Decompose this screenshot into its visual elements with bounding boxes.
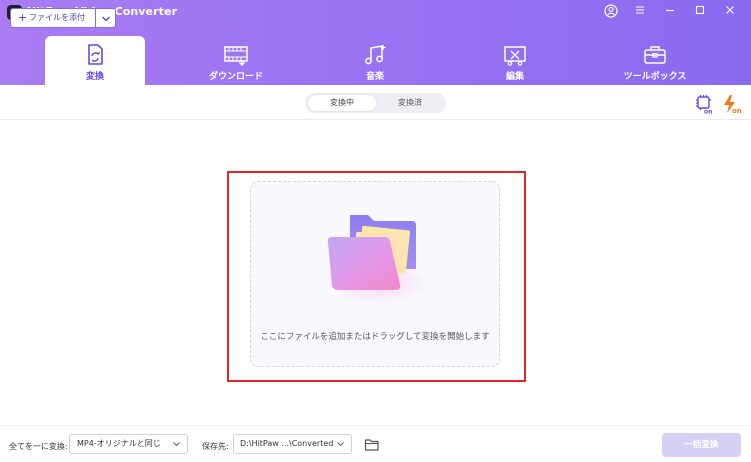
tab-converted[interactable]: 変換済 bbox=[376, 95, 444, 111]
tab-toolbox-label: ツールボックス bbox=[623, 72, 687, 82]
tab-edit-label: 編集 bbox=[505, 72, 524, 82]
tab-music[interactable]: 音楽 bbox=[325, 36, 425, 85]
tab-edit[interactable]: 編集 bbox=[465, 36, 565, 85]
tab-convert[interactable]: 変換 bbox=[45, 36, 145, 85]
account-icon[interactable] bbox=[604, 4, 622, 20]
save-location-label: 保存先: bbox=[202, 442, 229, 451]
add-file-label: ファイルを添付 bbox=[29, 13, 85, 22]
film-download-icon bbox=[223, 42, 249, 68]
menu-icon[interactable] bbox=[634, 4, 652, 20]
svg-text:on: on bbox=[732, 107, 742, 115]
output-format-value: MP4-オリジナルと同じ bbox=[77, 439, 161, 448]
tab-convert-label: 変換 bbox=[85, 72, 104, 82]
status-segmented-control: 変換中 変換済 bbox=[305, 93, 446, 113]
chevron-down-icon bbox=[336, 440, 345, 448]
convert-file-icon bbox=[82, 42, 108, 68]
tab-converting[interactable]: 変換中 bbox=[308, 95, 376, 111]
add-file-button[interactable]: + ファイルを添付 bbox=[10, 8, 96, 28]
svg-text:on: on bbox=[704, 109, 712, 115]
plus-icon: + bbox=[18, 11, 28, 24]
folder-icon bbox=[320, 210, 432, 306]
hardware-acceleration-icon[interactable]: on bbox=[694, 94, 714, 116]
minimize-icon[interactable] bbox=[664, 4, 682, 20]
tab-download[interactable]: ダウンロード bbox=[186, 36, 286, 85]
convert-all-button[interactable]: 一括変換 bbox=[662, 433, 741, 457]
music-note-icon bbox=[362, 42, 388, 68]
toolbox-icon bbox=[642, 42, 668, 68]
tab-toolbox[interactable]: ツールボックス bbox=[605, 36, 705, 85]
chevron-down-icon bbox=[173, 442, 180, 447]
save-path-value: D:\HitPaw ...\Converted bbox=[240, 439, 334, 448]
tab-music-label: 音楽 bbox=[365, 72, 384, 82]
video-edit-icon bbox=[502, 42, 528, 68]
save-path-select[interactable]: D:\HitPaw ...\Converted bbox=[233, 434, 352, 454]
output-format-select[interactable]: MP4-オリジナルと同じ bbox=[69, 434, 188, 454]
fast-convert-icon[interactable]: on bbox=[721, 93, 743, 115]
open-folder-icon[interactable] bbox=[364, 437, 380, 451]
tab-download-label: ダウンロード bbox=[208, 72, 263, 82]
drop-hint-text: ここにファイルを追加またはドラッグして変換を開始します bbox=[260, 332, 490, 342]
maximize-icon[interactable] bbox=[694, 4, 712, 20]
close-icon[interactable] bbox=[724, 4, 742, 20]
add-file-dropdown-button[interactable] bbox=[95, 8, 116, 28]
chevron-down-icon bbox=[102, 16, 110, 22]
convert-all-to-label: 全てを一に変換: bbox=[9, 442, 68, 451]
